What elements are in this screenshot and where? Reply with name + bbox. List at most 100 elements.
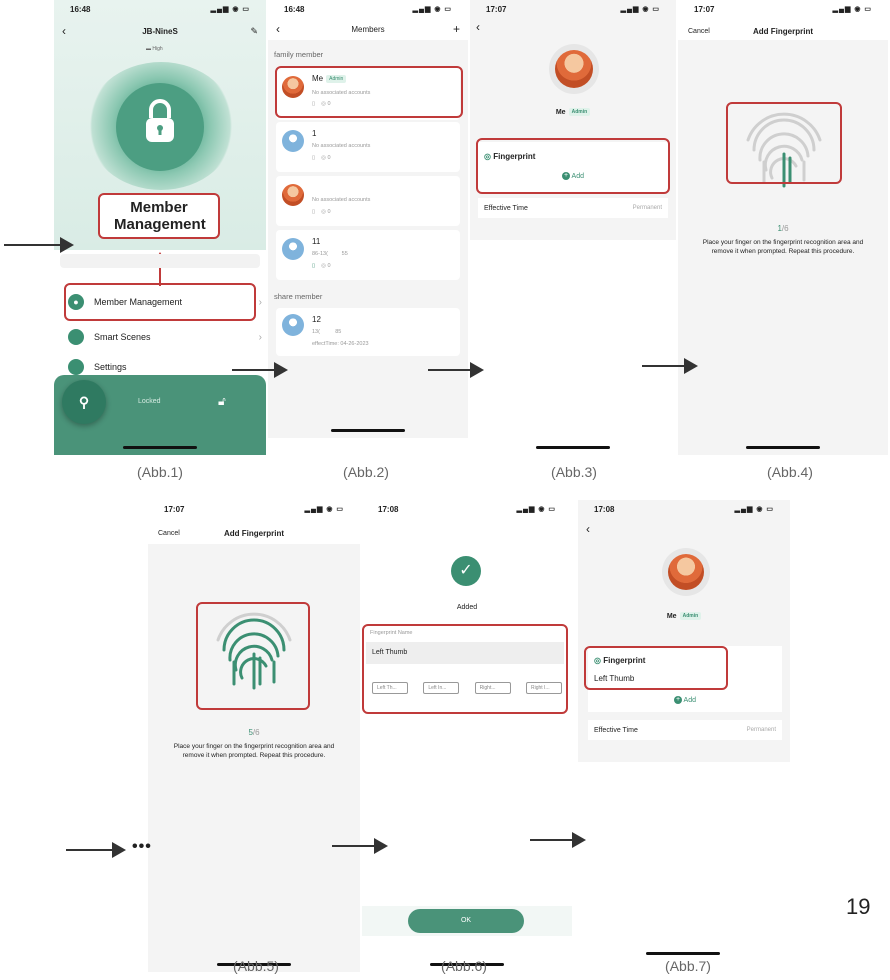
section-header: family member [274, 50, 324, 59]
status-bar: 17:07 ▂▄▆ ◉ ▭ [678, 0, 888, 18]
member-sub: 13( 85 [312, 329, 342, 335]
gear-icon [68, 359, 84, 375]
highlight-box [726, 102, 842, 184]
share-member-card[interactable]: 12 13( 85 effectTime: 04-26-2023 [276, 308, 460, 356]
home-indicator [746, 446, 820, 449]
figure-caption: (Abb.2) [343, 464, 389, 480]
effective-time-row[interactable]: Effective Time Permanent [478, 198, 668, 218]
home-indicator [123, 446, 197, 449]
edit-icon[interactable]: ✎ [250, 26, 258, 37]
avatar [282, 314, 304, 336]
plus-icon[interactable]: + [453, 22, 460, 36]
status-bar: 17:07 ▂▄▆ ◉ ▭ [470, 0, 676, 18]
signal-icon: ▂▄▆ ◉ ▭ [412, 6, 452, 13]
callout-box: Member Management [98, 193, 220, 239]
instruction-text: Place your finger on the fingerprint rec… [702, 239, 864, 255]
signal-icon: ▂▄▆ ◉ ▭ [210, 6, 250, 13]
avatar [282, 238, 304, 260]
flow-arrow [428, 362, 484, 378]
signal-icon: ▂▄▆ ◉ ▭ [304, 506, 344, 513]
progress-text: 5/6 [248, 728, 260, 737]
avatar [282, 130, 304, 152]
status-time: 17:08 [378, 504, 399, 514]
cancel-button[interactable]: Cancel [688, 28, 710, 35]
screenshot-abb5: 17:07 ▂▄▆ ◉ ▭ Cancel Add Fingerprint 5/6 … [148, 500, 360, 972]
screenshot-abb1: 16:48 ▂▄▆ ◉ ▭ ‹ JB-NineS ✎ ▬ High Member … [54, 0, 266, 455]
avatar [555, 50, 593, 88]
flow-arrow [232, 362, 288, 378]
highlight-box [476, 138, 670, 194]
figure-caption: (Abb.4) [767, 464, 813, 480]
cancel-button[interactable]: Cancel [158, 530, 180, 537]
added-label: Added [456, 604, 478, 611]
signal-icon: ▂▄▆ ◉ ▭ [734, 506, 774, 513]
member-card[interactable]: No associated accounts ▯ ◎ 0 [276, 176, 460, 226]
back-icon[interactable]: ‹ [476, 20, 480, 34]
avatar [668, 554, 704, 590]
add-fingerprint-button[interactable]: + Add [588, 696, 782, 704]
back-icon[interactable]: ‹ [586, 522, 590, 536]
admin-badge: Admin [568, 108, 591, 116]
flow-arrow [642, 358, 698, 374]
figure-caption: (Abb.3) [551, 464, 597, 480]
member-sub: No associated accounts [312, 197, 371, 203]
member-card[interactable]: 1 No associated accounts ▯ ◎ 0 [276, 122, 460, 172]
padlock-icon [146, 99, 174, 142]
figure-caption: (Abb.1) [137, 464, 183, 480]
effective-value: Permanent [746, 727, 776, 733]
member-name: Me Admin [578, 612, 790, 620]
effect-time: effectTime: 04-26-2023 [312, 341, 369, 347]
progress-text: 1/6 [777, 224, 789, 233]
member-sub: No associated accounts [312, 143, 371, 149]
plus-icon: + [673, 696, 682, 704]
screenshot-abb2: 16:48 ▂▄▆ ◉ ▭ ‹ Members + family member M… [268, 0, 468, 438]
ok-button[interactable]: OK [408, 909, 524, 933]
figure-caption: (Abb.7) [665, 958, 711, 974]
status-bar: 17:08 ▂▄▆ ◉ ▭ [578, 500, 790, 518]
member-name: 1 [312, 129, 317, 138]
flow-arrow [530, 832, 586, 848]
screenshot-abb3: 17:07 ▂▄▆ ◉ ▭ ‹ Me Admin ◎ Fingerprint + A… [470, 0, 676, 455]
flow-arrow [4, 237, 74, 253]
status-time: 17:08 [594, 504, 615, 514]
member-counts: ▯ ◎ 0 [312, 209, 331, 215]
section-header: share member [274, 292, 323, 301]
flow-arrow [66, 842, 126, 858]
home-indicator [646, 952, 720, 955]
highlight-box [196, 602, 310, 710]
callout-text: Member Management [114, 199, 206, 233]
back-icon[interactable]: ‹ [62, 24, 66, 38]
highlight-box [584, 646, 728, 690]
member-counts: ▯ ◎ 0 [312, 263, 331, 269]
nav-bar: ‹ Members + [268, 18, 468, 40]
member-name: Me Admin [470, 108, 676, 116]
chevron-right-icon: › [258, 331, 262, 343]
menu-item-settings[interactable]: Settings [62, 357, 262, 377]
effective-value: Permanent [632, 205, 662, 211]
member-counts: ▯ ◎ 0 [312, 155, 331, 161]
menu-item-smart-scenes[interactable]: Smart Scenes › [62, 322, 262, 352]
member-sub: 86-13( 55 [312, 251, 348, 257]
effective-time-row[interactable]: Effective Time Permanent [588, 720, 782, 740]
toggle-icon [68, 329, 84, 345]
member-card[interactable]: 11 86-13( 55 ▯ ◎ 0 [276, 230, 460, 280]
highlight-box [275, 66, 463, 118]
status-time: 16:48 [284, 4, 305, 14]
effective-label: Effective Time [594, 726, 638, 734]
battery-label: High [152, 46, 163, 52]
status-time: 17:07 [694, 4, 715, 14]
screenshot-abb6: 17:08 ▂▄▆ ◉ ▭ ✓ Added Fingerprint Name Le… [362, 500, 572, 972]
highlight-box [64, 283, 256, 321]
menu-label: Smart Scenes [94, 332, 151, 342]
unlock-icon[interactable]: 🔓︎ [218, 394, 226, 409]
avatar [282, 184, 304, 206]
nav-bar: Cancel Add Fingerprint [678, 20, 888, 42]
ellipsis-icon: ••• [132, 838, 152, 855]
member-name: 11 [312, 237, 321, 246]
page-number: 19 [846, 894, 871, 919]
back-icon[interactable]: ‹ [276, 22, 280, 36]
nav-title: Members [351, 24, 385, 34]
status-time: 17:07 [486, 4, 507, 14]
figure-caption: (Abb.6) [441, 958, 487, 974]
key-icon[interactable]: ⚲ [62, 380, 106, 424]
